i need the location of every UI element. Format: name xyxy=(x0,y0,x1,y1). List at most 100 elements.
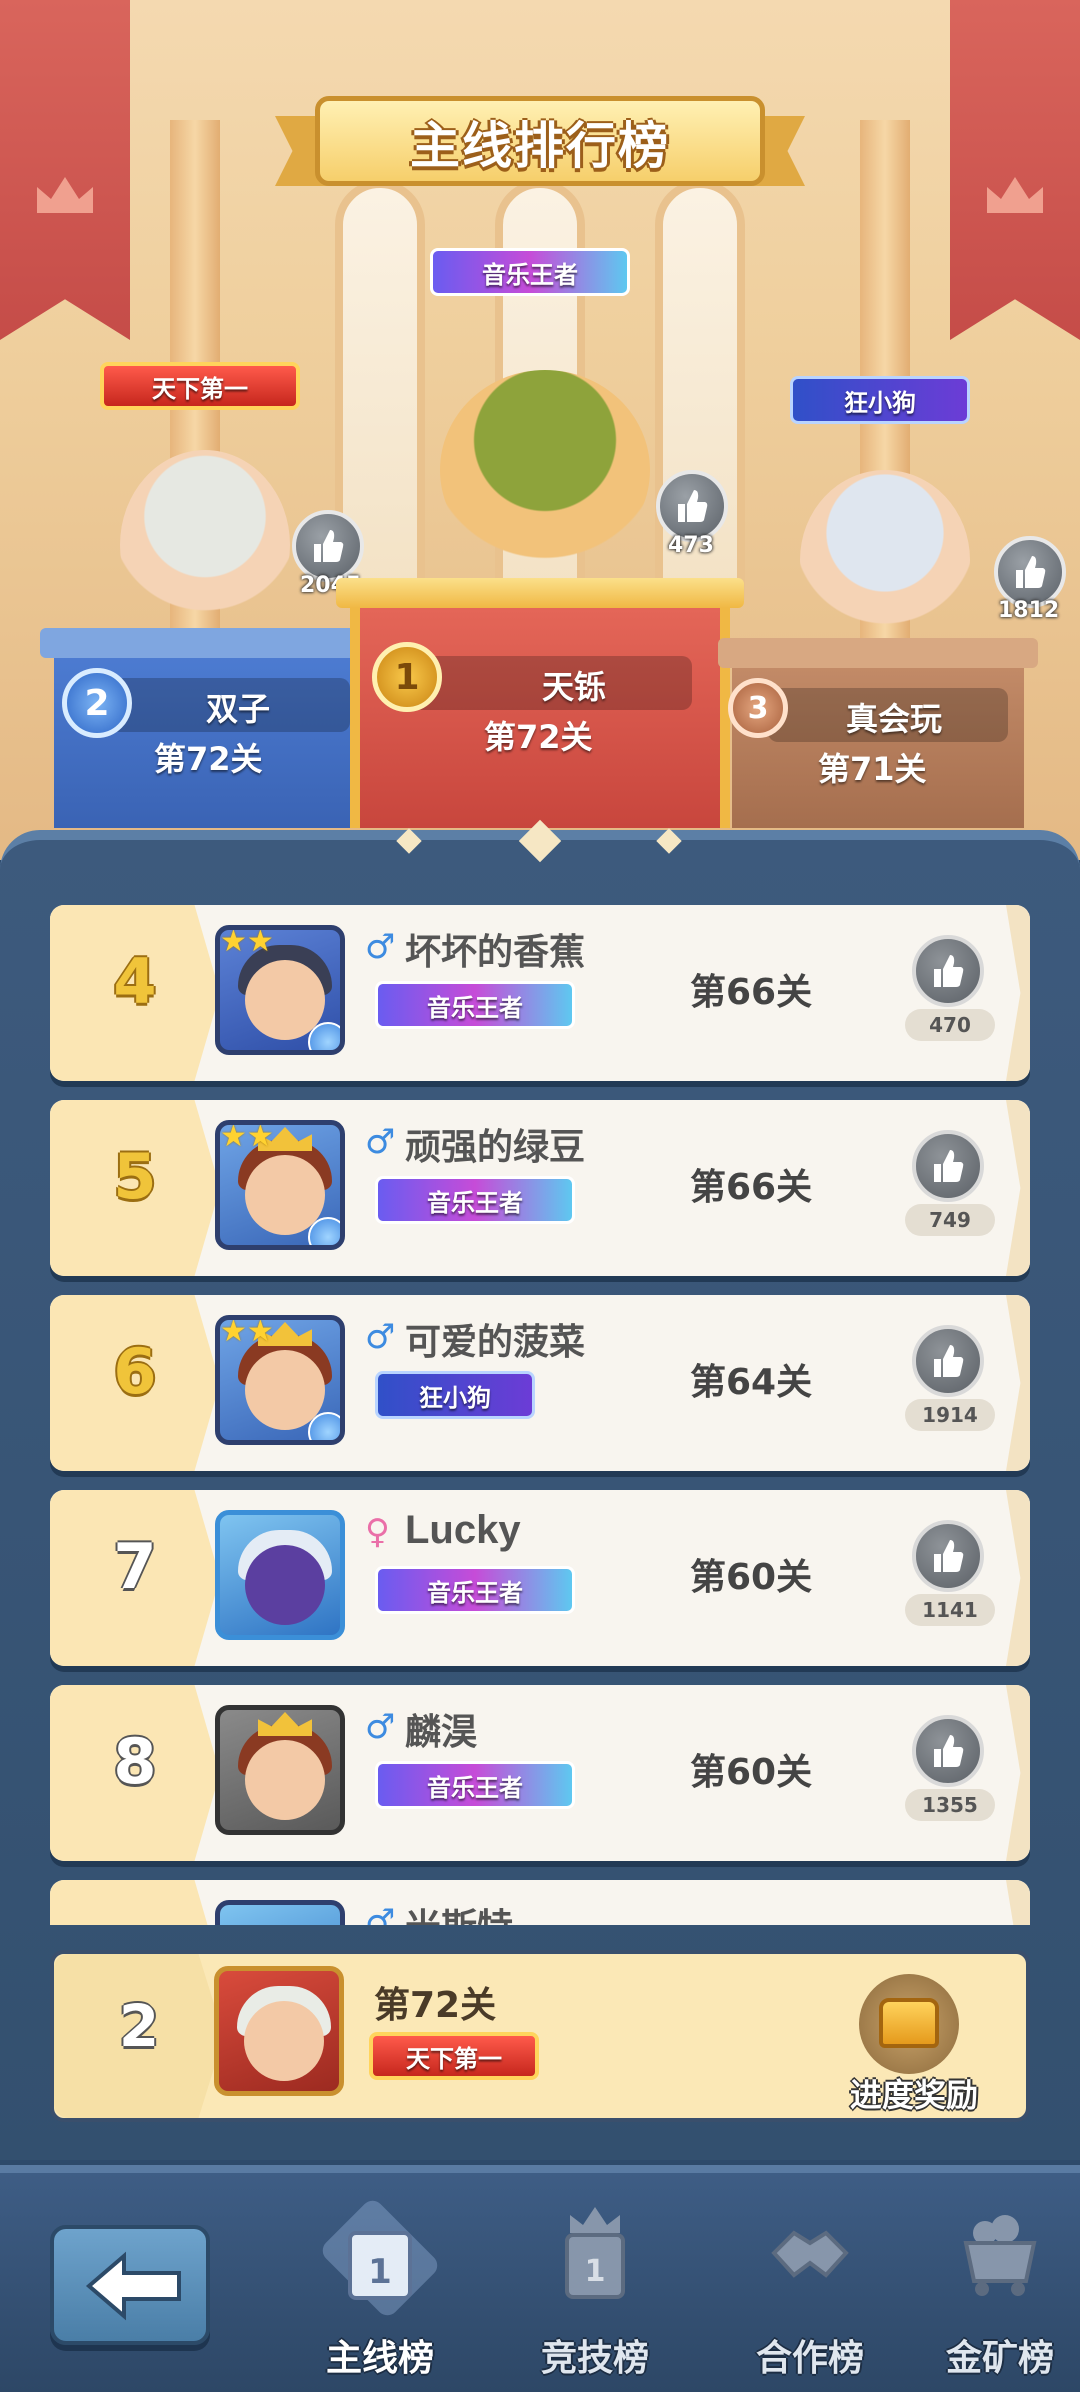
second-place-podium: 2 双子 第72关 xyxy=(40,628,370,828)
list-item[interactable]: 5 ★★ ♂ 顽强的绿豆 音乐王者 第66关 749 xyxy=(50,1100,1030,1276)
thumbs-up-icon xyxy=(934,1540,964,1572)
like-button[interactable] xyxy=(912,1715,984,1787)
list-item[interactable]: 6 ★★ ♂ 可爱的菠菜 狂小狗 第64关 1914 xyxy=(50,1295,1030,1471)
first-title-badge: 音乐王者 xyxy=(430,248,630,296)
first-place-podium: 1 天铄 第72关 xyxy=(336,578,744,828)
third-like-count: 1812 xyxy=(998,598,1060,623)
ranking-list[interactable]: 4 ★★ ♂ 坏坏的香蕉 音乐王者 第66关 470 5 ★★ ♂ 顽强的绿豆 … xyxy=(0,880,1080,1925)
third-place-podium: 3 真会玩 第71关 xyxy=(718,638,1038,828)
handshake-icon xyxy=(771,2230,849,2278)
like-count: 1355 xyxy=(905,1789,995,1821)
list-item[interactable]: 7 ♀ Lucky 音乐王者 第60关 1141 xyxy=(50,1490,1030,1666)
first-place-name: 天铄 xyxy=(542,668,607,706)
podium-scene: 主线排行榜 音乐王者 天下第一 狂小狗 473 2045 1812 2 双子 第… xyxy=(0,0,1080,860)
first-place-level: 第72关 xyxy=(484,718,593,756)
tab-label: 金矿榜 xyxy=(945,2338,1054,2379)
treasure-chest-icon xyxy=(879,1998,939,2048)
player-name: 顽强的绿豆 xyxy=(405,1127,586,1168)
player-name: Lucky xyxy=(405,1508,521,1552)
first-place-character[interactable] xyxy=(440,370,650,570)
like-button[interactable] xyxy=(912,1130,984,1202)
svg-text:1: 1 xyxy=(368,2252,392,2292)
thumbs-up-icon xyxy=(314,530,344,562)
page-title: 主线排行榜 xyxy=(410,117,670,175)
tab-arena-ranking[interactable]: 1 竞技榜 xyxy=(515,2193,675,2392)
third-place-character[interactable] xyxy=(800,470,970,650)
tab-main-ranking[interactable]: 1 主线榜 xyxy=(300,2193,460,2392)
svg-text:1: 1 xyxy=(585,2254,606,2289)
rank-number: 6 xyxy=(113,1335,157,1408)
like-button[interactable] xyxy=(912,1325,984,1397)
first-like-button[interactable] xyxy=(656,470,728,542)
second-place-level: 第72关 xyxy=(154,740,263,778)
tab-goldmine-ranking[interactable]: 金矿榜 xyxy=(920,2193,1080,2392)
list-item[interactable]: 4 ★★ ♂ 坏坏的香蕉 音乐王者 第66关 470 xyxy=(50,905,1030,1081)
rank-2-medal: 2 xyxy=(62,668,132,738)
player-name: 可爱的菠菜 xyxy=(405,1322,586,1363)
level: 第66关 xyxy=(690,972,813,1013)
like-count: 1141 xyxy=(905,1594,995,1626)
list-item[interactable]: ♂ 米斯特 xyxy=(50,1880,1030,1925)
my-title-badge: 天下第一 xyxy=(369,2032,539,2080)
player-name: 麟淏 xyxy=(405,1712,478,1753)
list-item[interactable]: 8 ♂ 麟淏 音乐王者 第60关 1355 xyxy=(50,1685,1030,1861)
level: 第64关 xyxy=(690,1362,813,1403)
second-place-name: 双子 xyxy=(206,690,271,728)
my-level: 第72关 xyxy=(374,1985,497,2026)
thumbs-up-icon xyxy=(934,1735,964,1767)
title-ribbon: 主线排行榜 xyxy=(275,88,805,198)
like-count: 470 xyxy=(905,1009,995,1041)
tab-label: 竞技榜 xyxy=(540,2338,649,2379)
avatar[interactable]: ★★ xyxy=(215,925,345,1055)
like-count: 1914 xyxy=(905,1399,995,1431)
thumbs-up-icon xyxy=(1016,556,1046,588)
like-button[interactable] xyxy=(912,1520,984,1592)
tab-label: 主线榜 xyxy=(325,2338,434,2379)
female-icon: ♀ xyxy=(365,1512,390,1552)
back-arrow-icon xyxy=(85,2251,181,2321)
third-place-name: 真会玩 xyxy=(846,700,943,738)
thumbs-up-icon xyxy=(678,490,708,522)
rank-number: 8 xyxy=(113,1725,157,1798)
male-icon: ♂ xyxy=(365,1707,396,1747)
avatar[interactable] xyxy=(215,1705,345,1835)
second-title-badge: 天下第一 xyxy=(100,362,300,410)
avatar[interactable] xyxy=(215,1900,345,1925)
avatar[interactable]: ★★ xyxy=(215,1120,345,1250)
male-icon: ♂ xyxy=(365,1122,396,1162)
title-badge: 音乐王者 xyxy=(375,1176,575,1224)
thumbs-up-icon xyxy=(934,955,964,987)
second-place-character[interactable] xyxy=(120,450,290,640)
progress-reward-label: 进度奖励 xyxy=(849,2076,978,2114)
back-button[interactable] xyxy=(50,2225,210,2345)
male-icon: ♂ xyxy=(365,1902,396,1925)
avatar[interactable]: ★★ xyxy=(215,1315,345,1445)
male-icon: ♂ xyxy=(365,927,396,967)
my-rank-row[interactable]: 2 第72关 天下第一 进度奖励 xyxy=(50,1950,1030,2122)
title-badge: 音乐王者 xyxy=(375,1566,575,1614)
mine-cart-icon xyxy=(963,2215,1037,2296)
tab-coop-ranking[interactable]: 合作榜 xyxy=(730,2193,890,2392)
trophy-pedestal-icon: 1 xyxy=(348,2231,412,2300)
crown-icon xyxy=(37,177,93,213)
right-banner xyxy=(950,0,1080,340)
rank-number: 4 xyxy=(113,945,157,1018)
title-badge: 音乐王者 xyxy=(375,1761,575,1809)
like-button[interactable] xyxy=(912,935,984,1007)
rank-number: 5 xyxy=(113,1140,157,1213)
rank-number: 7 xyxy=(113,1530,157,1603)
title-badge: 狂小狗 xyxy=(375,1371,535,1419)
avatar[interactable] xyxy=(215,1510,345,1640)
level: 第60关 xyxy=(690,1557,813,1598)
progress-reward-button[interactable] xyxy=(859,1974,959,2074)
male-icon: ♂ xyxy=(365,1317,396,1357)
title-badge: 音乐王者 xyxy=(375,981,575,1029)
second-like-button[interactable] xyxy=(292,510,364,582)
thumbs-up-icon xyxy=(934,1150,964,1182)
bottom-nav: 1 主线榜 1 竞技榜 合作榜 金矿榜 xyxy=(0,2165,1080,2392)
like-count: 749 xyxy=(905,1204,995,1236)
my-avatar[interactable] xyxy=(214,1966,344,2096)
tab-label: 合作榜 xyxy=(755,2338,864,2379)
third-title-badge: 狂小狗 xyxy=(790,376,970,424)
thumbs-up-icon xyxy=(934,1345,964,1377)
